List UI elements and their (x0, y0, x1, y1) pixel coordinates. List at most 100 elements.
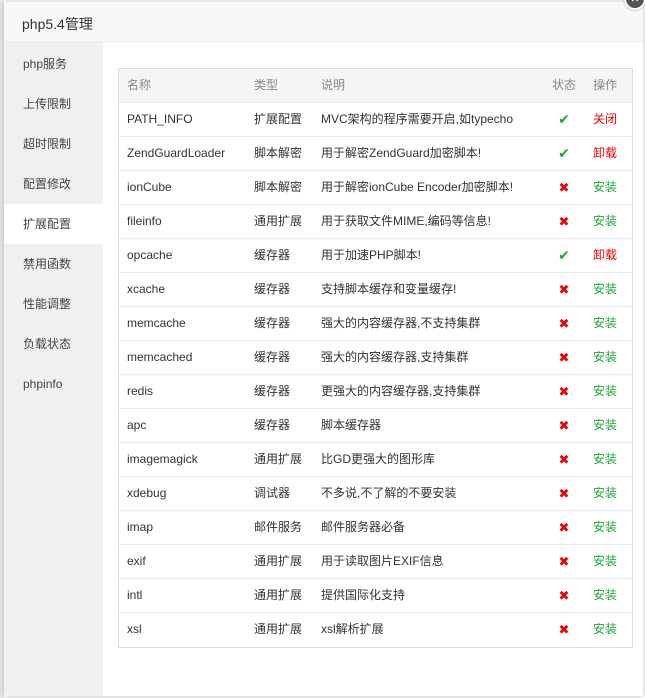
extension-action-link[interactable]: 安装 (593, 171, 633, 204)
extension-action-link[interactable]: 安装 (593, 545, 633, 578)
extension-name: PATH_INFO (127, 112, 193, 126)
sidebar-item-phpinfo[interactable]: phpinfo (4, 364, 103, 404)
extension-type: 缓存器 (254, 384, 291, 398)
sidebar-item-config-edit[interactable]: 配置修改 (4, 164, 103, 204)
extension-action-link[interactable]: 安装 (593, 443, 633, 476)
extensions-table: 名称 类型 说明 状态 操作 PATH_INFO 扩展配置 MVC架构的程序需要开启… (118, 68, 633, 648)
extension-action-link[interactable]: 安装 (593, 205, 633, 238)
sidebar-item-php-service[interactable]: php服务 (4, 44, 103, 84)
extension-type: 通用扩展 (254, 622, 303, 636)
extension-name: imap (127, 520, 154, 534)
extension-name: imagemagick (127, 452, 198, 466)
extension-type: 通用扩展 (254, 554, 303, 568)
extension-desc: xsl解析扩展 (321, 622, 384, 636)
extension-action-link[interactable]: 安装 (593, 307, 633, 340)
sidebar-item-load-status[interactable]: 负载状态 (4, 324, 103, 364)
status-cross-icon: ✖ (558, 282, 570, 297)
status-cross-icon: ✖ (558, 622, 570, 637)
header-name: 名称 (127, 78, 152, 92)
extension-name: xcache (127, 282, 166, 296)
table-row: xdebug 调试器 不多说,不了解的不要安装 ✖ 安装 (119, 477, 632, 511)
status-cross-icon: ✖ (558, 520, 570, 535)
extension-action-link[interactable]: 安装 (593, 409, 633, 442)
sidebar-item-extension-config[interactable]: 扩展配置 (4, 204, 103, 244)
table-row: ionCube 脚本解密 用于解密ionCube Encoder加密脚本! ✖ 安装 (119, 171, 632, 205)
extension-desc: 强大的内容缓存器,支持集群 (321, 350, 469, 364)
extension-action-link[interactable]: 安装 (593, 375, 633, 408)
table-row: PATH_INFO 扩展配置 MVC架构的程序需要开启,如typecho ✔ 关闭 (119, 103, 632, 137)
extension-type: 脚本解密 (254, 146, 303, 160)
extension-action-link[interactable]: 卸载 (593, 239, 633, 272)
extension-action-link[interactable]: 关闭 (593, 103, 633, 136)
table-row: exif 通用扩展 用于读取图片EXIF信息 ✖ 安装 (119, 545, 632, 579)
table-header-row: 名称 类型 说明 状态 操作 (119, 69, 632, 103)
extension-name: xdebug (127, 486, 167, 500)
sidebar-item-disabled-functions[interactable]: 禁用函数 (4, 244, 103, 284)
extension-type: 缓存器 (254, 282, 291, 296)
extension-desc: 用于读取图片EXIF信息 (321, 554, 444, 568)
extension-name: xsl (127, 622, 142, 636)
table-row: xcache 缓存器 支持脚本缓存和变量缓存! ✖ 安装 (119, 273, 632, 307)
table-row: opcache 缓存器 用于加速PHP脚本! ✔ 卸载 (119, 239, 632, 273)
extension-type: 缓存器 (254, 350, 291, 364)
table-row: intl 通用扩展 提供国际化支持 ✖ 安装 (119, 579, 632, 613)
extension-name: memcached (127, 350, 193, 364)
status-cross-icon: ✖ (558, 316, 570, 331)
status-cross-icon: ✖ (558, 452, 570, 467)
status-cross-icon: ✖ (558, 350, 570, 365)
extension-type: 调试器 (254, 486, 291, 500)
extension-type: 缓存器 (254, 316, 291, 330)
status-cross-icon: ✖ (558, 418, 570, 433)
extension-type: 脚本解密 (254, 180, 303, 194)
extension-action-link[interactable]: 卸载 (593, 137, 633, 170)
table-row: imagemagick 通用扩展 比GD更强大的图形库 ✖ 安装 (119, 443, 632, 477)
extension-action-link[interactable]: 安装 (593, 613, 633, 646)
table-row: memcached 缓存器 强大的内容缓存器,支持集群 ✖ 安装 (119, 341, 632, 375)
table-row: ZendGuardLoader 脚本解密 用于解密ZendGuard加密脚本! ✔ 卸载 (119, 137, 632, 171)
extension-desc: 比GD更强大的图形库 (321, 452, 436, 466)
table-row: memcache 缓存器 强大的内容缓存器,不支持集群 ✖ 安装 (119, 307, 632, 341)
extension-action-link[interactable]: 安装 (593, 579, 633, 612)
extension-desc: MVC架构的程序需要开启,如typecho (321, 112, 514, 126)
status-cross-icon: ✖ (558, 384, 570, 399)
extension-action-link[interactable]: 安装 (593, 341, 633, 374)
extension-name: exif (127, 554, 146, 568)
sidebar-item-timeout-limit[interactable]: 超时限制 (4, 124, 103, 164)
status-cross-icon: ✖ (558, 214, 570, 229)
table-row: fileinfo 通用扩展 用于获取文件MIME,编码等信息! ✖ 安装 (119, 205, 632, 239)
sidebar-item-upload-limit[interactable]: 上传限制 (4, 84, 103, 124)
extension-name: ZendGuardLoader (127, 146, 226, 160)
table-row: apc 缓存器 脚本缓存器 ✖ 安装 (119, 409, 632, 443)
extension-name: apc (127, 418, 147, 432)
extension-name: fileinfo (127, 214, 162, 228)
extension-desc: 更强大的内容缓存器,支持集群 (321, 384, 481, 398)
extension-desc: 脚本缓存器 (321, 418, 382, 432)
extension-desc: 用于解密ZendGuard加密脚本! (321, 146, 482, 160)
extension-desc: 邮件服务器必备 (321, 520, 406, 534)
extension-desc: 支持脚本缓存和变量缓存! (321, 282, 457, 296)
extension-type: 缓存器 (254, 418, 291, 432)
sidebar-item-performance-tuning[interactable]: 性能调整 (4, 284, 103, 324)
extension-action-link[interactable]: 安装 (593, 477, 633, 510)
extension-action-link[interactable]: 安装 (593, 273, 633, 306)
dialog-titlebar: php5.4管理 (4, 2, 643, 42)
table-row: redis 缓存器 更强大的内容缓存器,支持集群 ✖ 安装 (119, 375, 632, 409)
extension-type: 通用扩展 (254, 452, 303, 466)
extension-action-link[interactable]: 安装 (593, 511, 633, 544)
extension-name: memcache (127, 316, 186, 330)
extension-desc: 提供国际化支持 (321, 588, 406, 602)
extension-name: redis (127, 384, 154, 398)
status-cross-icon: ✖ (558, 486, 570, 501)
header-status: 状态 (551, 78, 576, 92)
extension-name: opcache (127, 248, 173, 262)
header-desc: 说明 (321, 78, 346, 92)
extension-desc: 不多说,不了解的不要安装 (321, 486, 457, 500)
header-op: 操作 (593, 78, 618, 92)
extension-desc: 强大的内容缓存器,不支持集群 (321, 316, 481, 330)
extension-type: 通用扩展 (254, 588, 303, 602)
table-body: PATH_INFO 扩展配置 MVC架构的程序需要开启,如typecho ✔ 关闭 Zen… (119, 103, 632, 647)
status-check-icon: ✔ (558, 111, 570, 127)
status-cross-icon: ✖ (558, 554, 570, 569)
extension-type: 邮件服务 (254, 520, 303, 534)
table-row: imap 邮件服务 邮件服务器必备 ✖ 安装 (119, 511, 632, 545)
